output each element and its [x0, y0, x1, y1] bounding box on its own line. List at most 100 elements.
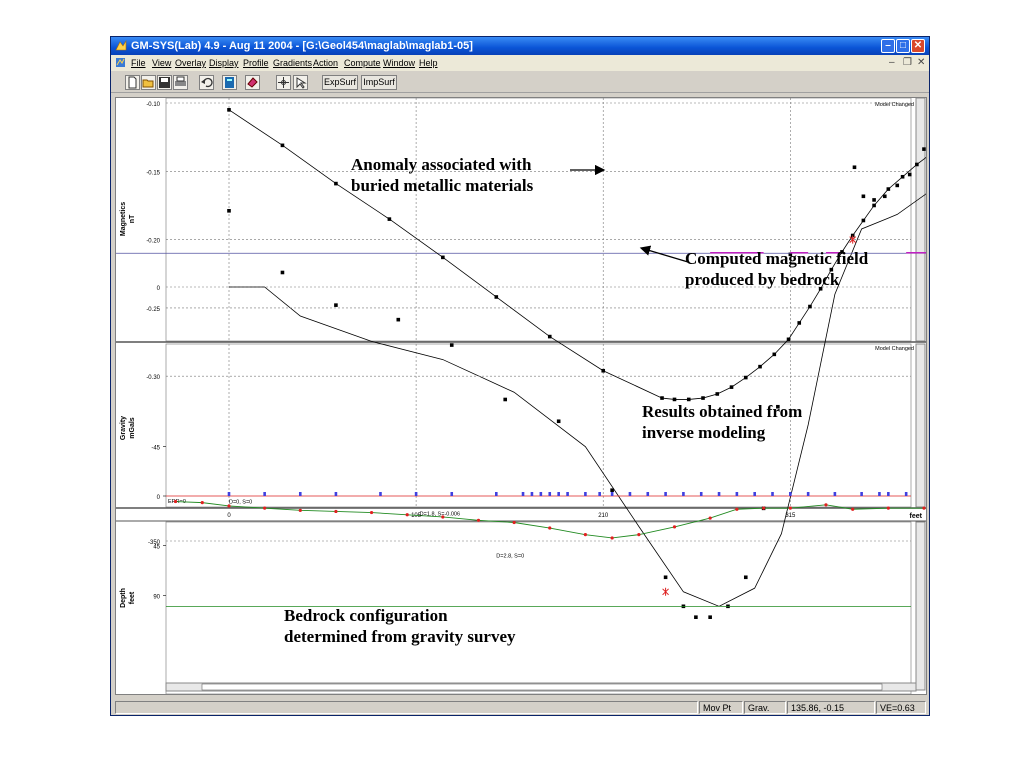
status-type: Grav.	[744, 701, 786, 714]
depth-tick-label: 0	[157, 495, 161, 501]
gravity-observed-point	[886, 187, 891, 191]
magnetics-observed-point	[396, 317, 401, 322]
menu-help[interactable]: Help	[419, 55, 438, 71]
magnetics-observed-point	[280, 270, 285, 275]
gravity-observed-point	[227, 108, 231, 112]
magnetics-observed-point	[503, 397, 508, 402]
station-marker	[227, 492, 231, 496]
station-marker	[878, 492, 881, 496]
title-bar[interactable]: GM-SYS(Lab) 4.9 - Aug 11 2004 - [G:\Geol…	[111, 37, 929, 55]
select-icon[interactable]	[293, 75, 308, 90]
menu-file[interactable]: File	[131, 55, 146, 71]
body-property-label: D=1.8, S=-0.006	[420, 512, 460, 518]
menu-display[interactable]: Display	[209, 55, 239, 71]
depth-scrollbar	[915, 521, 926, 691]
annotation-line: produced by bedrock	[685, 270, 840, 289]
depth-tick-label: 45	[153, 545, 160, 551]
print-icon[interactable]	[173, 75, 188, 90]
bedrock-vertex	[788, 506, 792, 510]
save-icon[interactable]	[157, 75, 172, 90]
magnetics-tick-label: 0	[157, 286, 161, 292]
gravity-observed-point	[387, 217, 392, 221]
station-marker	[530, 492, 534, 496]
mdi-minimize-button[interactable]: –	[889, 55, 895, 71]
body-property-label: D=0, S=0	[229, 500, 252, 506]
menu-compute[interactable]: Compute	[344, 55, 381, 71]
status-coordinates: 135.86, -0.15	[787, 701, 875, 714]
bedrock-vertex	[637, 533, 641, 537]
impsurf-button[interactable]: ImpSurf	[361, 75, 397, 90]
bedrock-vertex	[762, 506, 766, 510]
bedrock-vertex	[263, 506, 267, 510]
magnetics-observed-point	[334, 303, 338, 307]
bedrock-vertex	[851, 507, 855, 511]
status-message	[115, 701, 698, 714]
open-icon[interactable]	[141, 75, 156, 90]
station-marker	[646, 492, 650, 496]
gravity-tick-label: -0.15	[146, 170, 160, 176]
inverse-modeling-annotation: Results obtained from inverse modeling	[642, 401, 802, 443]
minimize-button[interactable]: –	[881, 39, 895, 53]
gravity-observed-point	[758, 364, 762, 369]
move-icon[interactable]	[276, 75, 291, 90]
undo-icon[interactable]	[199, 75, 214, 90]
gravity-observed-point	[660, 396, 664, 400]
expsurf-button[interactable]: ExpSurf	[322, 75, 358, 90]
station-marker	[806, 492, 810, 496]
gravity-observed-point	[715, 392, 720, 396]
annotation-line: Results obtained from	[642, 402, 803, 421]
gravity-observed-point	[441, 255, 445, 260]
annotation-line: Bedrock configuration	[284, 606, 448, 625]
eraser-icon[interactable]	[245, 75, 260, 90]
menu-bar: File View Overlay Display Profile Gradie…	[111, 55, 929, 71]
station-marker	[495, 492, 498, 496]
magnetics-panel	[165, 97, 912, 342]
magnetics-observed-point	[872, 198, 876, 202]
station-marker	[263, 492, 266, 496]
menu-window[interactable]: Window	[383, 55, 415, 71]
gravity-observed-point	[547, 334, 552, 339]
magnetics-observed-point	[907, 172, 912, 177]
bedrock-vertex	[200, 501, 204, 505]
menu-gradients[interactable]: Gradients	[273, 55, 312, 71]
annotation-line: determined from gravity survey	[284, 627, 516, 646]
menu-overlay[interactable]: Overlay	[175, 55, 206, 71]
x-tick-label: 0	[227, 513, 231, 519]
bedrock-vertex	[672, 525, 677, 529]
station-marker	[298, 492, 302, 496]
mdi-restore-button[interactable]: ❐	[903, 55, 912, 71]
x-tick-label: 210	[598, 513, 609, 519]
bedrock-vertex	[583, 533, 587, 537]
close-button[interactable]: ✕	[911, 39, 925, 53]
status-bar: Mov Pt Grav. 135.86, -0.15 VE=0.63	[111, 700, 929, 715]
annotation-line: buried metallic materials	[351, 176, 534, 195]
station-marker	[539, 492, 543, 496]
bedrock-vertex	[334, 509, 338, 514]
gravity-observed-point	[861, 218, 866, 223]
depth-panel	[165, 521, 912, 695]
station-marker	[334, 492, 338, 496]
mdi-close-button[interactable]: ✕	[917, 55, 925, 71]
station-marker	[557, 492, 560, 496]
toolbar: ExpSurf ImpSurf	[111, 71, 929, 93]
menu-profile[interactable]: Profile	[243, 55, 269, 71]
status-vertical-exaggeration: VE=0.63	[876, 701, 926, 714]
station-marker	[379, 492, 382, 496]
station-marker	[450, 492, 454, 496]
gravity-observed-point	[729, 385, 734, 389]
maximize-button[interactable]: □	[896, 39, 910, 53]
new-icon[interactable]	[125, 75, 140, 90]
station-marker	[566, 492, 569, 496]
magnetics-observed-point	[610, 488, 614, 492]
magnetics-observed-point	[743, 575, 748, 580]
computed-field-annotation: Computed magnetic field produced by bedr…	[685, 248, 868, 290]
station-marker	[584, 492, 587, 496]
gravity-observed-point	[797, 321, 802, 325]
bedrock-vertex	[512, 520, 516, 525]
calculator-icon[interactable]	[222, 75, 237, 90]
gravity-observed-point	[494, 295, 499, 299]
menu-action[interactable]: Action	[313, 55, 338, 71]
station-marker	[628, 492, 632, 496]
body-property-label: D=2.8, S=0	[496, 554, 524, 560]
menu-view[interactable]: View	[152, 55, 171, 71]
